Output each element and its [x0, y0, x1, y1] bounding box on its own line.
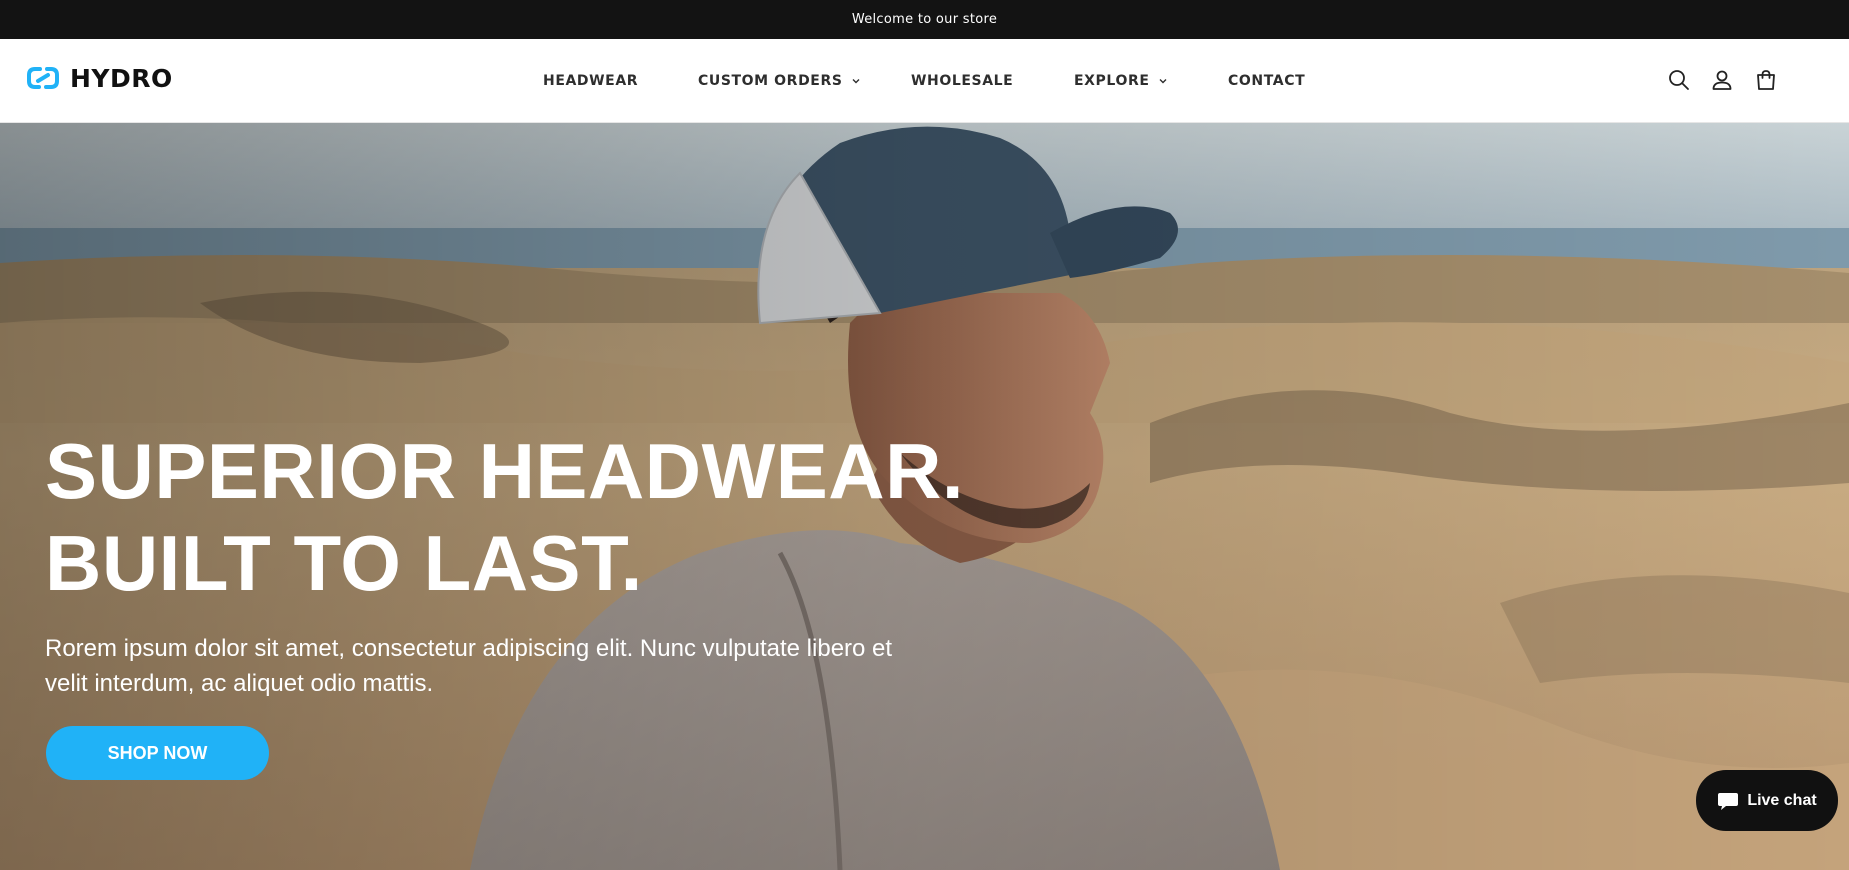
- announcement-text: Welcome to our store: [851, 12, 998, 27]
- announcement-bar: Welcome to our store: [0, 0, 1849, 39]
- nav-item-contact[interactable]: CONTACT: [1228, 69, 1305, 93]
- main-nav: HEADWEAR CUSTOM ORDERS WHOLESALE EXPLORE…: [0, 39, 1849, 123]
- nav-item-label: CUSTOM ORDERS: [698, 73, 843, 89]
- chevron-down-icon: [852, 79, 860, 84]
- hero-banner: SUPERIOR HEADWEAR. BUILT TO LAST. Rorem …: [0, 123, 1849, 870]
- live-chat-label: Live chat: [1747, 791, 1817, 809]
- hero-title-line-1: SUPERIOR HEADWEAR.: [45, 427, 965, 515]
- account-icon[interactable]: [1709, 67, 1735, 93]
- nav-item-explore[interactable]: EXPLORE: [1074, 69, 1168, 93]
- nav-item-label: HEADWEAR: [543, 73, 639, 89]
- nav-item-headwear[interactable]: HEADWEAR: [543, 69, 638, 93]
- shop-now-button[interactable]: SHOP NOW: [46, 726, 269, 780]
- chat-bubble-icon: [1718, 792, 1739, 810]
- site-header: HYDRO HEADWEAR CUSTOM ORDERS WHOLESALE E…: [0, 39, 1849, 123]
- hero-subtitle: Rorem ipsum dolor sit amet, consectetur …: [45, 635, 893, 697]
- live-chat-button[interactable]: Live chat: [1696, 770, 1838, 831]
- cart-icon[interactable]: [1753, 67, 1779, 93]
- hero-title-line-2: BUILT TO LAST.: [45, 519, 643, 607]
- chevron-down-icon: [1159, 79, 1166, 84]
- nav-item-label: WHOLESALE: [911, 73, 1014, 89]
- nav-item-custom-orders[interactable]: CUSTOM ORDERS: [698, 69, 861, 93]
- hero-title: SUPERIOR HEADWEAR. BUILT TO LAST.: [45, 425, 1145, 609]
- nav-item-wholesale[interactable]: WHOLESALE: [911, 69, 1013, 93]
- nav-item-label: EXPLORE: [1074, 73, 1150, 89]
- search-icon[interactable]: [1666, 67, 1692, 93]
- nav-item-label: CONTACT: [1228, 73, 1306, 89]
